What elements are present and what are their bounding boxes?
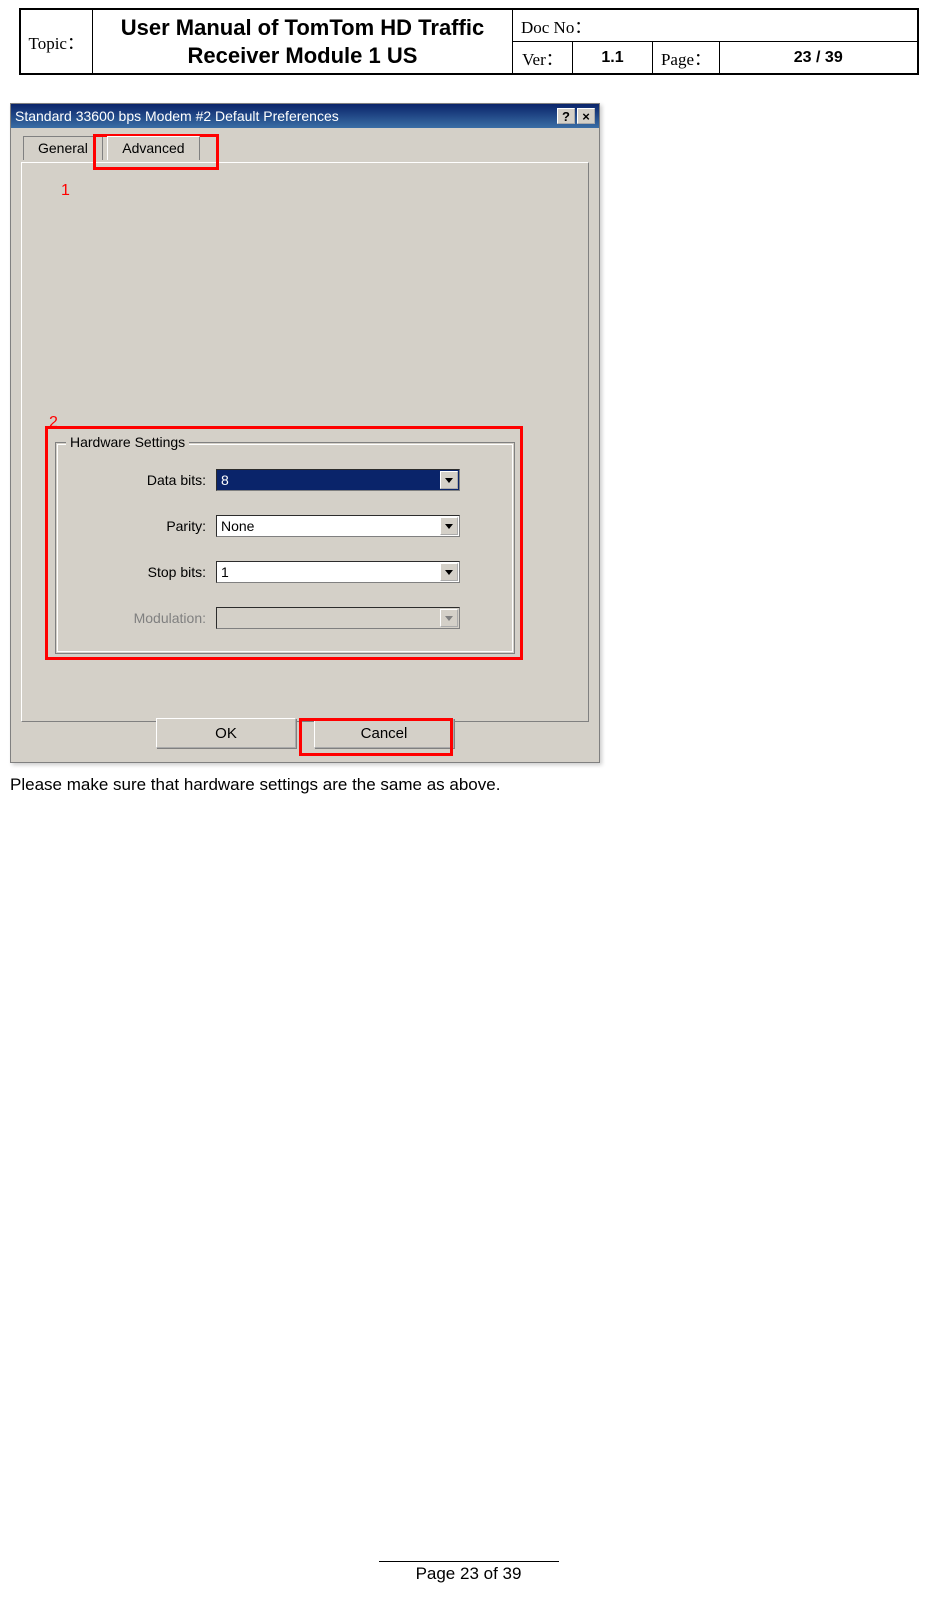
- dialog-titlebar: Standard 33600 bps Modem #2 Default Pref…: [11, 104, 599, 128]
- chevron-down-icon: [445, 524, 453, 529]
- databits-row: Data bits: 8: [56, 467, 514, 493]
- group-label: Hardware Settings: [66, 434, 189, 450]
- modulation-dropdown-button: [440, 609, 458, 627]
- databits-dropdown-button[interactable]: [440, 471, 458, 489]
- cancel-button[interactable]: Cancel: [314, 718, 454, 748]
- footer-text: Page 23 of 39: [416, 1564, 522, 1583]
- ok-button[interactable]: OK: [156, 718, 296, 748]
- page-footer: Page 23 of 39: [0, 1561, 937, 1584]
- annotation-2: 2: [49, 414, 58, 432]
- help-button[interactable]: ?: [557, 108, 575, 124]
- close-button[interactable]: ×: [577, 108, 595, 124]
- footer-divider: [379, 1561, 559, 1562]
- topic-label: Topic：: [20, 9, 93, 74]
- stopbits-value: 1: [221, 564, 229, 580]
- stopbits-combo[interactable]: 1: [216, 561, 460, 583]
- instruction-text: Please make sure that hardware settings …: [10, 775, 937, 795]
- tab-advanced[interactable]: Advanced: [107, 136, 199, 160]
- tab-strip: General Advanced: [23, 136, 599, 162]
- databits-value: 8: [221, 472, 229, 488]
- page-value: 23 / 39: [720, 42, 918, 75]
- document-title: User Manual of TomTom HD Traffic Receive…: [92, 9, 512, 74]
- stopbits-row: Stop bits: 1: [56, 559, 514, 585]
- modem-preferences-dialog: Standard 33600 bps Modem #2 Default Pref…: [10, 103, 600, 763]
- ver-label: Ver：: [512, 42, 572, 75]
- stopbits-label: Stop bits:: [56, 564, 216, 580]
- parity-row: Parity: None: [56, 513, 514, 539]
- page-label: Page：: [652, 42, 719, 75]
- document-header: Topic： User Manual of TomTom HD Traffic …: [19, 8, 919, 75]
- chevron-down-icon: [445, 570, 453, 575]
- databits-label: Data bits:: [56, 472, 216, 488]
- dialog-title: Standard 33600 bps Modem #2 Default Pref…: [15, 108, 555, 124]
- parity-dropdown-button[interactable]: [440, 517, 458, 535]
- databits-combo[interactable]: 8: [216, 469, 460, 491]
- dialog-button-row: OK Cancel: [11, 718, 599, 748]
- modulation-combo: [216, 607, 460, 629]
- hardware-settings-group: Hardware Settings Data bits: 8 Parity: N…: [55, 442, 515, 654]
- chevron-down-icon: [445, 478, 453, 483]
- annotation-1: 1: [61, 182, 70, 200]
- parity-label: Parity:: [56, 518, 216, 534]
- parity-value: None: [221, 518, 254, 534]
- modulation-label: Modulation:: [56, 610, 216, 626]
- tab-general[interactable]: General: [23, 136, 103, 160]
- ver-value: 1.1: [572, 42, 652, 75]
- modulation-row: Modulation:: [56, 605, 514, 631]
- stopbits-dropdown-button[interactable]: [440, 563, 458, 581]
- chevron-down-icon: [445, 616, 453, 621]
- docno-label: Doc No：: [512, 9, 917, 42]
- parity-combo[interactable]: None: [216, 515, 460, 537]
- docno-label-text: Doc No：: [521, 18, 591, 37]
